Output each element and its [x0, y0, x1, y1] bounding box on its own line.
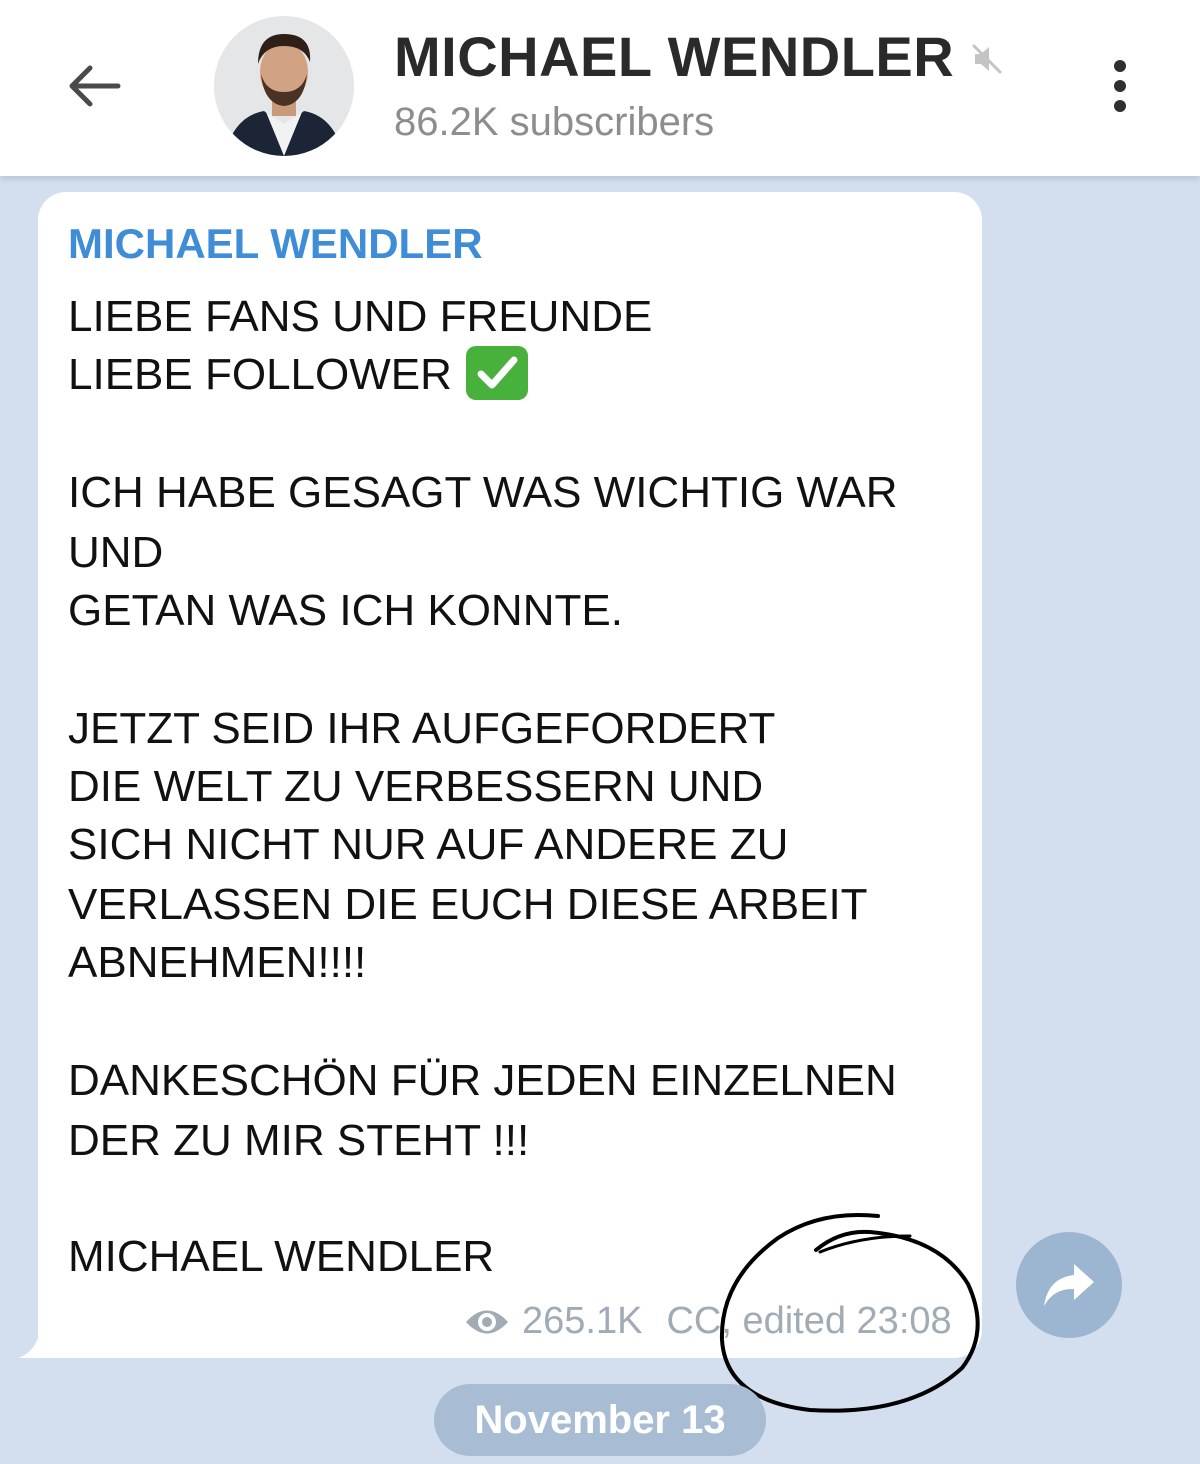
avatar-image: [214, 16, 354, 156]
message-line: JETZT SEID IHR AUFGEFORDERT: [68, 704, 776, 753]
chat-header: MICHAEL WENDLER 86.2K subscribers: [0, 0, 1200, 176]
message-line: DER ZU MIR STEHT !!!: [68, 1116, 530, 1165]
message-line: SICH NICHT NUR AUF ANDERE ZU: [68, 820, 789, 869]
channel-name: MICHAEL WENDLER: [394, 25, 955, 88]
message-line: MICHAEL WENDLER: [68, 1232, 495, 1281]
message-line: DIE WELT ZU VERBESSERN UND: [68, 762, 764, 811]
channel-avatar[interactable]: [214, 16, 354, 156]
edited-timestamp: , edited 23:08: [721, 1300, 952, 1342]
check-mark-button-emoji: [465, 346, 528, 401]
message-line-with-emoji: LIEBE FOLLOWER: [68, 346, 528, 401]
arrow-left-icon: [69, 65, 121, 107]
date-separator: November 13: [434, 1384, 766, 1456]
message-meta: 265.1K CC , edited 23:08: [464, 1300, 952, 1343]
channel-title-row[interactable]: MICHAEL WENDLER: [394, 24, 1004, 89]
message-line: DANKESCHÖN FÜR JEDEN EINZELNEN: [68, 1056, 897, 1105]
message-line: LIEBE FOLLOWER: [68, 350, 452, 399]
subscriber-count: 86.2K subscribers: [394, 100, 715, 144]
more-options-button[interactable]: [1096, 50, 1144, 122]
message-line: GETAN WAS ICH KONNTE.: [68, 586, 623, 635]
more-vertical-icon-dot: [1114, 80, 1126, 92]
more-vertical-icon: [1114, 60, 1126, 72]
message-sender[interactable]: MICHAEL WENDLER: [68, 220, 483, 268]
share-button[interactable]: [1016, 1232, 1122, 1338]
eye-icon: [466, 1310, 508, 1333]
view-count: 265.1K: [522, 1300, 643, 1342]
message-line: LIEBE FANS UND FREUNDE: [68, 292, 653, 341]
message-line: VERLASSEN DIE EUCH DIESE ARBEIT: [68, 880, 868, 929]
speaker-muted-icon: [972, 44, 1002, 73]
message-line: ABNEHMEN!!!!: [68, 938, 367, 987]
share-arrow-icon: [1044, 1264, 1094, 1306]
more-vertical-icon-dot: [1114, 100, 1126, 112]
message-line: ICH HABE GESAGT WAS WICHTIG WAR: [68, 468, 898, 517]
back-button[interactable]: [58, 50, 130, 122]
message-line: UND: [68, 528, 164, 577]
author-signature: CC: [666, 1300, 722, 1342]
